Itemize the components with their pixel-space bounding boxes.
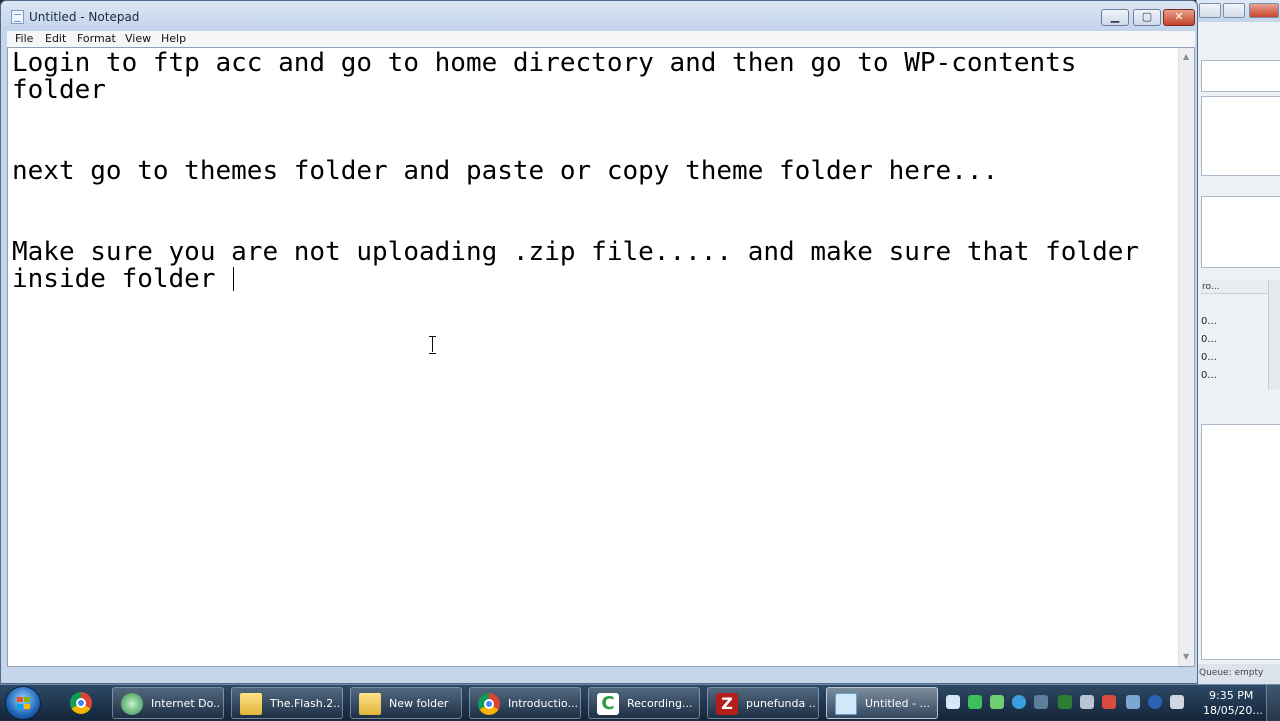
taskbar-item-label: The.Flash.2... — [270, 697, 340, 710]
background-list-row[interactable]: 0... — [1201, 370, 1217, 381]
minimize-button[interactable]: ▁ — [1101, 9, 1129, 26]
notepad-icon[interactable] — [11, 10, 24, 24]
menu-format[interactable]: Format — [77, 32, 116, 45]
maximize-button[interactable]: ▢ — [1133, 9, 1161, 26]
menu-help[interactable]: Help — [161, 32, 186, 45]
ibeam-cursor-icon — [429, 336, 437, 354]
clock-date[interactable]: 18/05/20... — [1203, 704, 1263, 717]
background-queue-panel — [1201, 424, 1280, 660]
background-close-button[interactable] — [1249, 3, 1279, 18]
close-button[interactable]: ✕ — [1163, 9, 1195, 26]
background-maximize-button[interactable] — [1223, 3, 1245, 18]
taskbar-item-idm[interactable]: Internet Do... — [112, 687, 224, 719]
taskbar-item-label: Introductio... — [508, 697, 578, 710]
taskbar-item-label: Recording... — [627, 697, 693, 710]
background-status-text: Queue: empty — [1197, 664, 1280, 684]
menu-view[interactable]: View — [125, 32, 151, 45]
vertical-scrollbar[interactable]: ▲ ▼ — [1178, 48, 1194, 666]
clock-time[interactable]: 9:35 PM — [1209, 689, 1253, 702]
menu-file[interactable]: File — [15, 32, 33, 45]
chrome-icon — [70, 692, 92, 714]
pinned-chrome[interactable] — [58, 687, 106, 719]
wifi-icon[interactable] — [946, 695, 960, 709]
notepad-window: Untitled - Notepad ▁ ▢ ✕ File Edit Forma… — [0, 0, 1198, 684]
taskbar-item-flash-folder[interactable]: The.Flash.2... — [231, 687, 343, 719]
background-list-row[interactable]: 0... — [1201, 334, 1217, 345]
background-panel-top — [1201, 60, 1280, 92]
nvidia-icon[interactable] — [1058, 695, 1072, 709]
window-title: Untitled - Notepad — [29, 10, 140, 24]
scroll-down-arrow-icon[interactable]: ▼ — [1183, 652, 1189, 661]
background-list-row[interactable]: 0... — [1201, 316, 1217, 327]
background-list-row[interactable]: 0... — [1201, 352, 1217, 363]
background-panel-tree — [1201, 96, 1280, 176]
bluetooth-icon[interactable] — [1148, 695, 1162, 709]
taskbar-item-new-folder[interactable]: New folder — [350, 687, 462, 719]
taskbar-item-label: punefunda ... — [746, 697, 816, 710]
camtasia-icon: C — [597, 693, 619, 715]
show-desktop-button[interactable] — [1266, 685, 1280, 721]
folder-icon — [359, 693, 381, 715]
device-tray-icon[interactable] — [1034, 695, 1048, 709]
menu-bar: File Edit Format View Help — [7, 31, 1195, 47]
volume-icon[interactable] — [1080, 695, 1094, 709]
scroll-up-arrow-icon[interactable]: ▲ — [1183, 52, 1189, 61]
taskbar-item-label: Internet Do... — [151, 697, 221, 710]
background-window: ro... 0... 0... 0... 0... Queue: empty — [1196, 0, 1280, 684]
antivirus-icon[interactable] — [1102, 695, 1116, 709]
windows-logo-icon — [17, 697, 31, 710]
power-icon[interactable] — [1170, 695, 1184, 709]
text-caret — [233, 267, 235, 291]
taskbar-item-chrome[interactable]: Introductio... — [469, 687, 581, 719]
text-editor[interactable]: Login to ftp acc and go to home director… — [7, 47, 1195, 667]
taskbar-item-notepad[interactable]: Untitled - ... — [826, 687, 938, 719]
taskbar-item-label: Untitled - ... — [865, 697, 930, 710]
background-minimize-button[interactable] — [1199, 3, 1221, 18]
idm-icon — [121, 693, 143, 715]
start-button[interactable] — [5, 686, 41, 720]
title-bar[interactable]: Untitled - Notepad ▁ ▢ ✕ — [1, 1, 1197, 31]
network-icon[interactable] — [1012, 695, 1026, 709]
menu-edit[interactable]: Edit — [45, 32, 66, 45]
idm-tray-icon[interactable] — [968, 695, 982, 709]
background-scrollbar[interactable] — [1268, 280, 1280, 390]
taskbar-item-recording[interactable]: C Recording... — [588, 687, 700, 719]
editor-text-area[interactable]: Login to ftp acc and go to home director… — [12, 50, 1174, 662]
filezilla-icon: Z — [716, 693, 738, 715]
taskbar-item-filezilla[interactable]: Z punefunda ... — [707, 687, 819, 719]
taskbar: Internet Do... The.Flash.2... New folder… — [0, 684, 1280, 721]
taskbar-item-label: New folder — [389, 697, 449, 710]
download-tray-icon[interactable] — [990, 695, 1004, 709]
display-icon[interactable] — [1126, 695, 1140, 709]
editor-text: Login to ftp acc and go to home director… — [12, 48, 1140, 294]
folder-icon — [240, 693, 262, 715]
background-panel-list — [1201, 196, 1280, 268]
chrome-icon — [478, 693, 500, 715]
notepad-icon — [835, 693, 857, 715]
